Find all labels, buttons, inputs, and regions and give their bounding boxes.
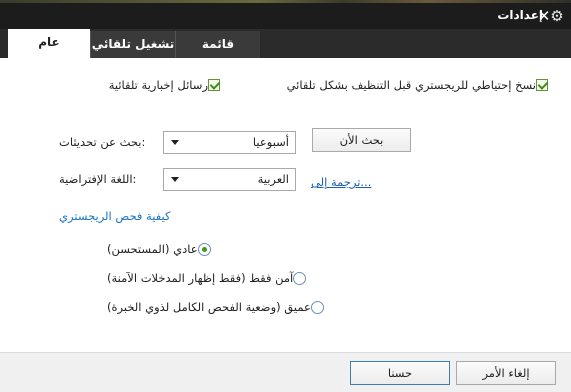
language-select[interactable]: العربية bbox=[163, 168, 296, 191]
language-value: العربية bbox=[257, 172, 289, 186]
backup-option-label: نسخ إحتياطي للريجستري قبل التنظيف بشكل ت… bbox=[286, 78, 536, 92]
scan-option-normal-label: عادي (المستحسن) bbox=[107, 242, 198, 256]
scan-option-deep[interactable]: عميق (وضعية الفحص الكامل لذوي الخبرة) bbox=[102, 300, 324, 314]
default-language-label: :اللغة الإفتراضية bbox=[59, 172, 137, 186]
scan-method-heading: كيفية فحص الريجستري bbox=[59, 209, 171, 223]
scan-option-normal[interactable]: عادي (المستحسن) bbox=[102, 242, 211, 256]
backup-checkbox[interactable] bbox=[536, 79, 548, 91]
scan-option-deep-label: عميق (وضعية الفحص الكامل لذوي الخبرة) bbox=[107, 300, 311, 314]
scan-normal-radio[interactable] bbox=[197, 242, 211, 256]
scan-deep-radio[interactable] bbox=[310, 300, 324, 314]
tab-autorun[interactable]: تشغيل تلقائي bbox=[90, 31, 175, 58]
tab-general[interactable]: عام bbox=[8, 29, 90, 58]
notifications-option[interactable]: رسائل إخبارية تلقائية bbox=[60, 78, 220, 92]
cancel-button[interactable]: إلغاء الأمر bbox=[456, 361, 556, 385]
ok-button[interactable]: حسنا bbox=[350, 361, 450, 385]
settings-dialog: ✕ إعدادات ⚙ عام تشغيل تلقائي قائمة الإست… bbox=[0, 0, 571, 392]
dialog-footer: حسنا إلغاء الأمر bbox=[0, 352, 571, 392]
scan-option-safe[interactable]: آمن فقط (فقط إظهار المدخلات الآمنة) bbox=[102, 271, 307, 285]
translate-link[interactable]: ...ترجمة إلى bbox=[311, 175, 371, 189]
title-bar: ✕ إعدادات ⚙ bbox=[0, 3, 571, 29]
update-check-label: :بحث عن تحديثات bbox=[59, 135, 146, 149]
notifications-checkbox[interactable] bbox=[208, 79, 220, 91]
window-title: إعدادات bbox=[497, 8, 543, 22]
chevron-down-icon bbox=[171, 177, 179, 182]
chevron-down-icon bbox=[171, 140, 179, 145]
general-tab-panel: نسخ إحتياطي للريجستري قبل التنظيف بشكل ت… bbox=[0, 58, 571, 352]
scan-safe-radio[interactable] bbox=[293, 271, 307, 285]
scan-option-safe-label: آمن فقط (فقط إظهار المدخلات الآمنة) bbox=[107, 271, 294, 285]
tab-exclusion-list[interactable]: قائمة الإستثناء bbox=[175, 31, 260, 78]
backup-option[interactable]: نسخ إحتياطي للريجستري قبل التنظيف بشكل ت… bbox=[258, 78, 548, 92]
check-now-button[interactable]: بحث الأن bbox=[312, 128, 411, 152]
tab-bar: عام تشغيل تلقائي قائمة الإستثناء bbox=[0, 29, 571, 78]
notifications-option-label: رسائل إخبارية تلقائية bbox=[108, 78, 208, 92]
update-frequency-select[interactable]: أسبوعيا bbox=[163, 131, 296, 154]
update-frequency-value: أسبوعيا bbox=[252, 135, 289, 149]
gear-icon: ⚙ bbox=[550, 7, 564, 25]
